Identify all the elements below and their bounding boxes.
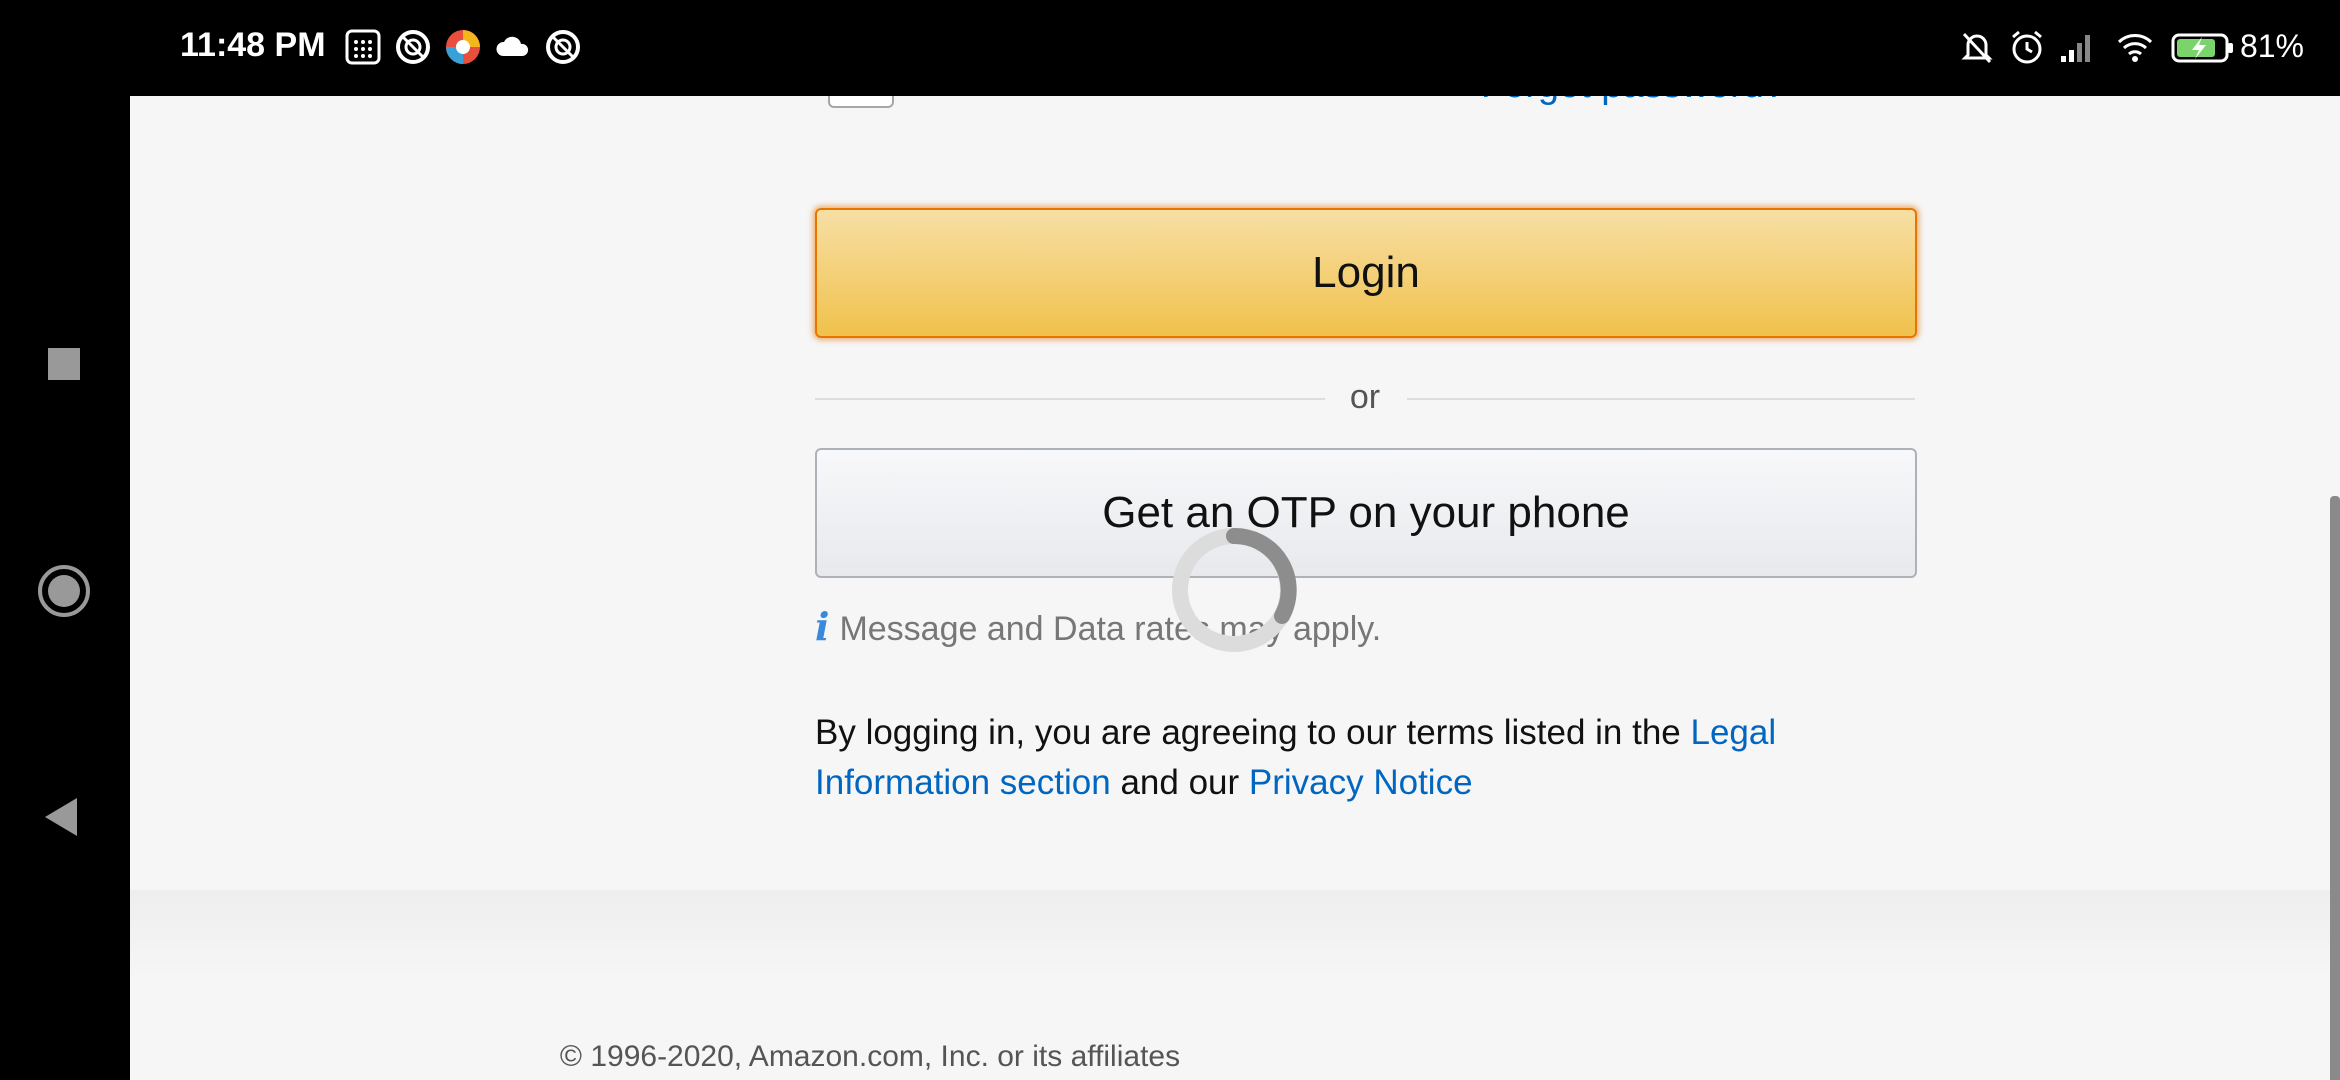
recent-apps-icon — [48, 348, 80, 380]
loading-spinner-icon — [1172, 527, 1297, 652]
web-content: Forgot password? Login or Get an OTP on … — [130, 96, 2340, 1080]
browser-icon — [446, 30, 480, 64]
recent-apps-button[interactable] — [0, 320, 130, 410]
scrollbar[interactable] — [2330, 496, 2340, 1080]
info-icon: i — [815, 604, 830, 649]
bell-off-icon — [1961, 32, 1993, 64]
privacy-notice-link[interactable]: Privacy Notice — [1249, 763, 1473, 802]
get-otp-button[interactable]: Get an OTP on your phone — [815, 448, 1917, 578]
navigation-bar — [0, 96, 130, 1080]
target-icon — [396, 30, 430, 64]
home-button[interactable] — [0, 546, 130, 636]
battery-charging-icon — [2171, 33, 2233, 63]
login-button[interactable]: Login — [815, 208, 1917, 338]
info-message-text: Message and Data rates may apply. — [839, 610, 1382, 648]
status-time: 11:48 PM — [180, 26, 326, 64]
wifi-icon — [2117, 34, 2153, 62]
target-icon — [546, 30, 580, 64]
copyright-text: © 1996-2020, Amazon.com, Inc. or its aff… — [559, 1040, 1181, 1073]
cloud-icon — [496, 36, 529, 56]
back-button[interactable] — [0, 772, 130, 862]
back-icon — [45, 798, 77, 836]
forgot-password-link[interactable]: Forgot password? — [1481, 96, 1785, 107]
calculator-icon — [345, 29, 381, 65]
footer-divider — [130, 890, 2340, 980]
battery-percentage: 81% — [2239, 28, 2304, 64]
divider-text: or — [1349, 378, 1381, 416]
status-bar: 11:48 PM 81% — [0, 0, 2340, 96]
legal-text-middle: and our — [1110, 763, 1249, 802]
or-divider: or — [815, 378, 1915, 418]
keep-signed-in-checkbox[interactable] — [828, 96, 894, 108]
alarm-icon — [2012, 30, 2042, 64]
legal-text-prefix: By logging in, you are agreeing to our t… — [815, 713, 1691, 752]
home-icon — [38, 565, 90, 617]
login-button-label: Login — [1312, 248, 1420, 297]
legal-notice: By logging in, you are agreeing to our t… — [815, 708, 1915, 808]
signal-icon — [2061, 35, 2090, 62]
